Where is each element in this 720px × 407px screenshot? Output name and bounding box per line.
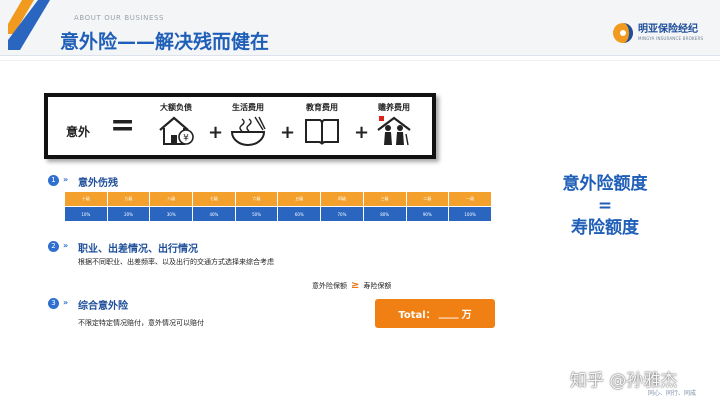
section-number: 3 — [48, 298, 59, 309]
equation-line: = — [597, 196, 613, 217]
formula-item-label: 教育费用 — [306, 103, 338, 112]
food-bowl-icon — [230, 116, 266, 146]
section-title: 综合意外险 — [78, 301, 128, 312]
house-yen-icon: ¥ — [159, 116, 194, 145]
ratio-cell: 30% — [149, 206, 194, 222]
table-row: 十级 九级 八级 七级 六级 五级 四级 三级 二级 一级 — [64, 191, 492, 207]
section-subtitle: ABOUT OUR BUSINESS — [74, 14, 165, 22]
page-title: 意外险——解决残而健在 — [60, 31, 270, 53]
formula-item-label: 赡养费用 — [378, 103, 410, 112]
formula-item-label: 大额负债 — [160, 103, 192, 112]
elderly-care-icon — [377, 116, 411, 146]
ratio-cell: 100% — [448, 206, 492, 222]
disability-table: 十级 九级 八级 七级 六级 五级 四级 三级 二级 一级 10% 20% 30… — [64, 191, 492, 222]
grade-cell: 九级 — [106, 191, 151, 207]
grade-cell: 三级 — [362, 191, 407, 207]
svg-text:¥: ¥ — [183, 134, 189, 144]
equation-line: 意外险额度 — [562, 174, 648, 194]
total-label: Total： — [398, 310, 436, 321]
total-unit: 万 — [461, 310, 472, 321]
coverage-equation: 意外险额度 = 寿险额度 — [540, 173, 670, 239]
ratio-cell: 40% — [192, 206, 236, 222]
grade-cell: 二级 — [405, 191, 450, 207]
grade-cell: 七级 — [192, 191, 236, 207]
table-row: 10% 20% 30% 40% 50% 60% 70% 80% 90% 100% — [64, 206, 492, 222]
formula-item-education: 教育费用 — [294, 102, 350, 147]
section-arrow-icon: » — [63, 298, 69, 307]
section-description: 根据不同职业、出差频率、以及出行的交通方式选择来综合考虑 — [78, 258, 274, 266]
total-blank: ____ — [438, 308, 459, 319]
comparison-symbol: ≥ — [351, 280, 360, 291]
ratio-cell: 20% — [106, 206, 151, 222]
grade-cell: 八级 — [149, 191, 194, 207]
brand-logo: 明亚保险经纪 MINGYA INSURANCE BROKERS — [612, 22, 703, 44]
ratio-cell: 60% — [277, 206, 322, 222]
formula-item-living: 生活费用 — [220, 102, 276, 147]
section-title: 职业、出差情况、出行情况 — [78, 244, 198, 255]
grade-cell: 六级 — [234, 191, 279, 207]
formula-item-label: 生活费用 — [232, 103, 264, 112]
brand-name: 明亚保险经纪 — [638, 24, 698, 35]
formula-box: 意外 = 大额负债 ¥ + 生活费用 + 教育费用 + 赡养费用 — [44, 93, 436, 159]
section-arrow-icon: » — [63, 241, 69, 250]
slide-header: ABOUT OUR BUSINESS 意外险——解决残而健在 明亚保险经纪 MI… — [0, 0, 720, 56]
comparison-left: 意外险保额 — [312, 281, 347, 290]
section-arrow-icon: » — [63, 175, 69, 184]
comparison-right: 寿险保额 — [363, 281, 392, 290]
divider — [0, 60, 720, 61]
book-icon — [305, 119, 339, 145]
brand-mark-icon — [613, 23, 633, 43]
formula-equals: = — [110, 108, 136, 143]
section-number: 1 — [48, 175, 59, 186]
footer-slogan: 同心、同行、同成 — [648, 390, 697, 397]
section-number: 2 — [48, 241, 59, 252]
equation-line: 寿险额度 — [571, 218, 639, 239]
brand-name-en: MINGYA INSURANCE BROKERS — [638, 36, 704, 41]
plus-sign: + — [280, 122, 296, 143]
section-description: 不限定特定情况赔付，意外情况可以赔付 — [78, 319, 204, 327]
coverage-comparison: 意外险保额 ≥ 寿险保额 — [312, 280, 391, 291]
total-box: Total： ____ 万 — [375, 299, 495, 328]
grade-cell: 十级 — [64, 191, 108, 207]
ratio-cell: 80% — [362, 206, 407, 222]
formula-item-debt: 大额负债 ¥ — [148, 102, 204, 147]
ratio-cell: 70% — [320, 206, 364, 222]
stripes-logo-icon — [8, 0, 50, 50]
grade-cell: 五级 — [277, 191, 322, 207]
grade-cell: 四级 — [320, 191, 364, 207]
formula-item-elderly: 赡养费用 — [366, 102, 422, 147]
formula-label: 意外 — [66, 125, 91, 139]
ratio-cell: 90% — [405, 206, 450, 222]
ratio-cell: 50% — [234, 206, 279, 222]
section-title: 意外伤残 — [78, 178, 118, 189]
grade-cell: 一级 — [448, 191, 492, 207]
ratio-cell: 10% — [64, 206, 108, 222]
